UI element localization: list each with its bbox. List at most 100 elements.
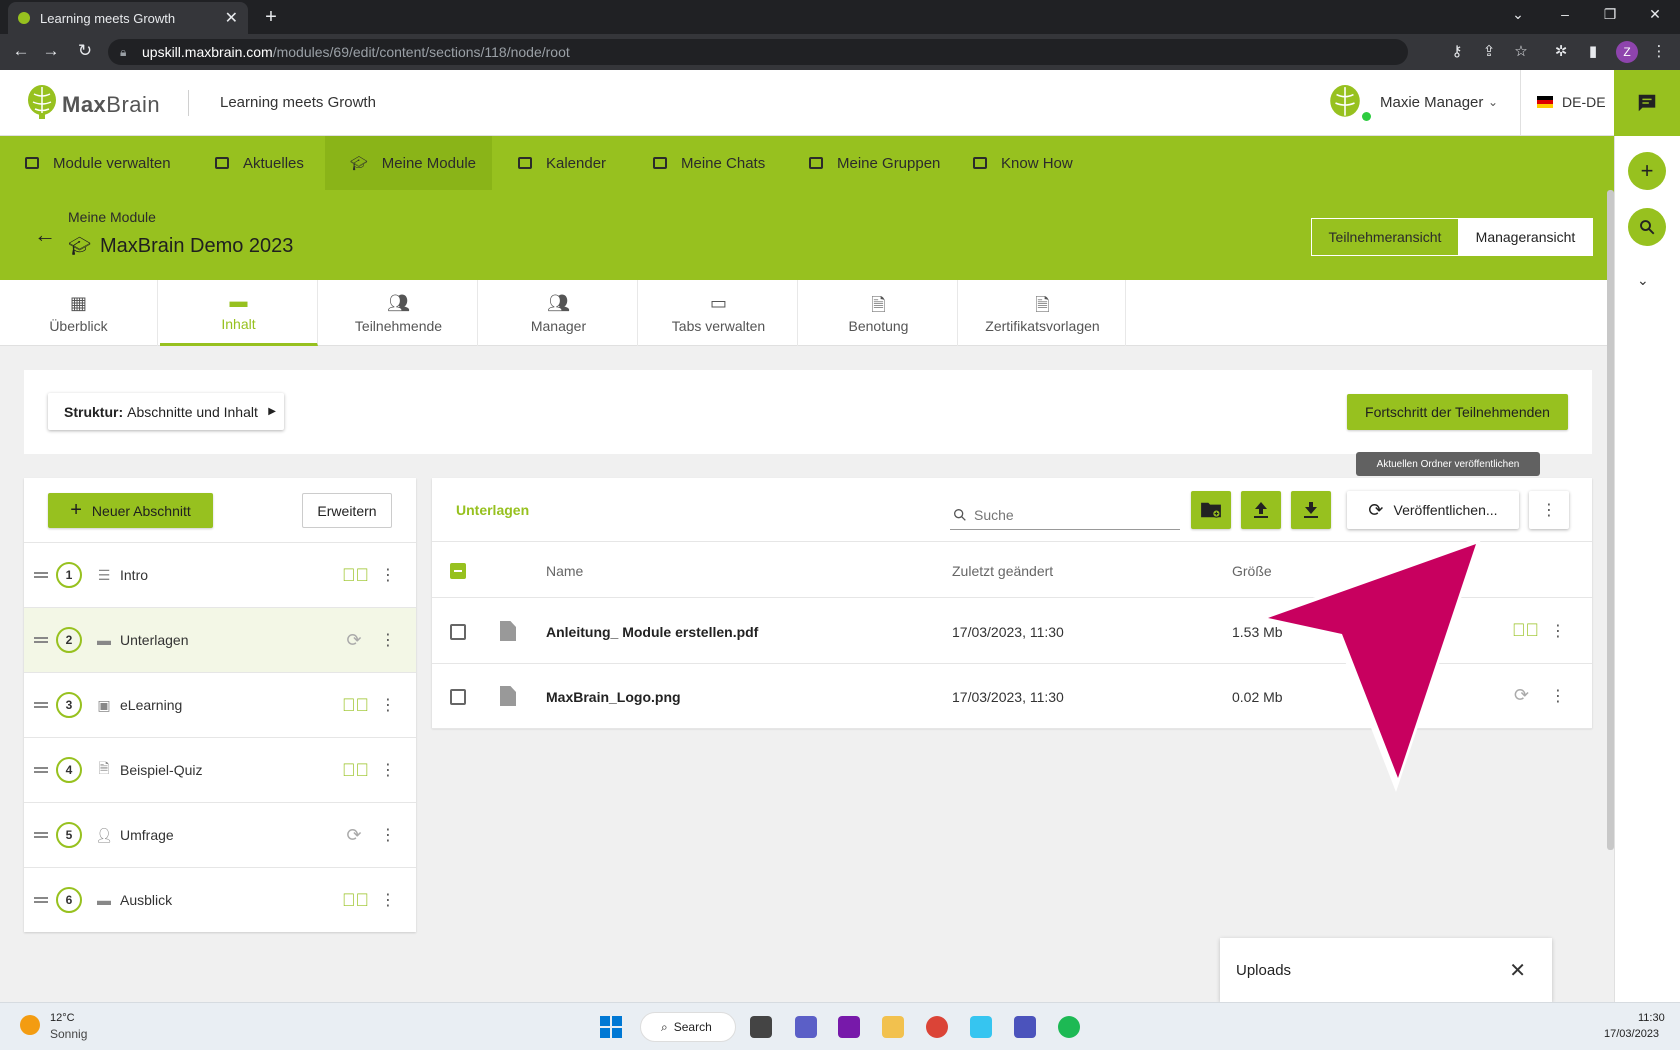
user-avatar[interactable] <box>1328 84 1362 122</box>
file-checkbox[interactable] <box>450 624 466 640</box>
participant-progress-button[interactable]: Fortschritt der Teilnehmenden <box>1347 394 1568 430</box>
task-view-icon[interactable] <box>750 1016 772 1038</box>
participant-view-button[interactable]: Teilnehmeransicht <box>1312 219 1459 255</box>
browser-tab[interactable]: Learning meets Growth ✕ <box>8 2 248 34</box>
sync-icon[interactable]: ⟳ <box>1514 685 1529 706</box>
windows-start-icon[interactable] <box>600 1016 622 1038</box>
more-vert-icon[interactable]: ⋮ <box>380 760 396 780</box>
rail-chevron-down-icon[interactable]: ⌄ <box>1637 272 1649 289</box>
publish-button[interactable]: ⟳ Veröffentlichen... <box>1347 491 1519 529</box>
file-checkbox[interactable] <box>450 689 466 705</box>
chevron-down-icon[interactable]: ⌄ <box>1488 95 1498 109</box>
published-check-icon[interactable]: ✓⃝ <box>342 565 369 586</box>
logo-wordmark[interactable]: MaxBrain <box>62 92 160 118</box>
section-row-unterlagen[interactable]: 2 ▬ Unterlagen ⟳ ⋮ <box>24 607 416 672</box>
published-check-icon[interactable]: ✓⃝ <box>1512 620 1539 641</box>
select-all-checkbox[interactable] <box>450 563 466 579</box>
spotify-icon[interactable] <box>1058 1016 1080 1038</box>
nav-meine-module[interactable]: 🎓︎ Meine Module <box>350 136 476 190</box>
drag-handle-icon[interactable] <box>34 572 48 578</box>
chat-button[interactable] <box>1614 70 1680 136</box>
maximize-icon[interactable]: ❐ <box>1595 6 1625 23</box>
section-row-ausblick[interactable]: 6 ▬ Ausblick ✓⃝ ⋮ <box>24 867 416 932</box>
new-section-button[interactable]: + Neuer Abschnitt <box>48 493 213 528</box>
user-name[interactable]: Maxie Manager <box>1380 94 1483 111</box>
column-modified[interactable]: Zuletzt geändert <box>952 563 1053 579</box>
sync-icon[interactable]: ⟳ <box>342 630 366 651</box>
tab-benotung[interactable]: 🗎︎ Benotung <box>800 280 958 346</box>
more-vert-icon[interactable]: ⋮ <box>1550 686 1566 706</box>
new-tab-icon[interactable]: + <box>260 6 282 28</box>
more-vert-icon[interactable]: ⋮ <box>380 695 396 715</box>
section-row-umfrage[interactable]: 5 👤︎ Umfrage ⟳ ⋮ <box>24 802 416 867</box>
drag-handle-icon[interactable] <box>34 832 48 838</box>
more-vert-icon[interactable]: ⋮ <box>380 565 396 585</box>
section-row-intro[interactable]: 1 ☰ Intro ✓⃝ ⋮ <box>24 542 416 607</box>
tab-inhalt[interactable]: ▬ Inhalt <box>160 280 318 346</box>
close-tab-icon[interactable]: ✕ <box>225 8 238 28</box>
close-icon[interactable]: ✕ <box>1509 958 1526 983</box>
download-button[interactable] <box>1291 491 1331 529</box>
key-icon[interactable]: ⚷ <box>1446 42 1468 60</box>
breadcrumb[interactable]: Meine Module <box>68 209 156 225</box>
onenote-icon[interactable] <box>838 1016 860 1038</box>
profile-avatar[interactable]: Z <box>1616 41 1638 63</box>
minimize-icon[interactable]: – <box>1550 6 1580 22</box>
nav-meine-gruppen[interactable]: Meine Gruppen <box>809 136 940 190</box>
tab-manager[interactable]: 👥︎ Manager <box>480 280 638 346</box>
page-scrollbar[interactable] <box>1607 190 1614 850</box>
nav-meine-chats[interactable]: Meine Chats <box>653 136 765 190</box>
search-button[interactable] <box>1628 208 1666 246</box>
sync-icon[interactable]: ⟳ <box>342 825 366 846</box>
published-check-icon[interactable]: ✓⃝ <box>342 890 369 911</box>
add-button[interactable]: + <box>1628 152 1666 190</box>
tab-zertifikatsvorlagen[interactable]: 🗎︎ Zertifikatsvorlagen <box>960 280 1126 346</box>
drag-handle-icon[interactable] <box>34 702 48 708</box>
tab-search-chevron-icon[interactable]: ⌄ <box>1503 6 1533 23</box>
expand-button[interactable]: Erweitern <box>302 493 392 528</box>
back-icon[interactable]: ← <box>10 41 32 61</box>
back-arrow-icon[interactable]: ← <box>34 222 56 248</box>
sun-icon[interactable] <box>20 1015 40 1035</box>
slack-icon[interactable] <box>970 1016 992 1038</box>
language-selector[interactable]: DE-DE <box>1562 94 1606 110</box>
section-row-beispiel-quiz[interactable]: 4 🗎︎ Beispiel-Quiz ✓⃝ ⋮ <box>24 737 416 802</box>
teams-chat-icon[interactable] <box>795 1016 817 1038</box>
tab-ueberblick[interactable]: ▦ Überblick <box>0 280 158 346</box>
teams-icon[interactable] <box>1014 1016 1036 1038</box>
taskbar-search[interactable]: ⌕ Search <box>640 1012 736 1042</box>
drag-handle-icon[interactable] <box>34 637 48 643</box>
new-folder-button[interactable] <box>1191 491 1231 529</box>
upload-button[interactable] <box>1241 491 1281 529</box>
nav-kalender[interactable]: Kalender <box>518 136 606 190</box>
nav-module-verwalten[interactable]: Module verwalten <box>25 136 171 190</box>
chrome-icon[interactable] <box>926 1016 948 1038</box>
nav-aktuelles[interactable]: Aktuelles <box>215 136 304 190</box>
section-row-elearning[interactable]: 3 ▣ eLearning ✓⃝ ⋮ <box>24 672 416 737</box>
drag-handle-icon[interactable] <box>34 897 48 903</box>
more-vert-icon[interactable]: ⋮ <box>1550 621 1566 641</box>
published-check-icon[interactable]: ✓⃝ <box>342 695 369 716</box>
tab-teilnehmende[interactable]: 👥︎ Teilnehmende <box>320 280 478 346</box>
manager-view-button[interactable]: Manageransicht <box>1458 219 1592 255</box>
column-name[interactable]: Name <box>546 563 583 579</box>
file-name[interactable]: MaxBrain_Logo.png <box>546 689 681 705</box>
tab-tabs-verwalten[interactable]: ▭ Tabs verwalten <box>640 280 798 346</box>
browser-menu-icon[interactable]: ⋮ <box>1648 42 1670 60</box>
close-window-icon[interactable]: ✕ <box>1640 6 1670 23</box>
reload-icon[interactable]: ↻ <box>74 41 96 61</box>
structure-selector[interactable]: Struktur: Abschnitte und Inhalt ▶ <box>48 393 284 430</box>
file-name[interactable]: Anleitung_ Module erstellen.pdf <box>546 624 758 640</box>
files-more-button[interactable]: ⋮ <box>1529 491 1569 529</box>
bookmark-star-icon[interactable]: ☆ <box>1510 42 1532 60</box>
nav-know-how[interactable]: Know How <box>973 136 1073 190</box>
more-vert-icon[interactable]: ⋮ <box>380 890 396 910</box>
forward-icon[interactable]: → <box>40 41 62 61</box>
more-vert-icon[interactable]: ⋮ <box>380 630 396 650</box>
side-panel-icon[interactable]: ▮ <box>1582 42 1604 60</box>
drag-handle-icon[interactable] <box>34 767 48 773</box>
file-explorer-icon[interactable] <box>882 1016 904 1038</box>
search-input[interactable] <box>974 506 1174 523</box>
published-check-icon[interactable]: ✓⃝ <box>342 760 369 781</box>
share-icon[interactable]: ⇪ <box>1478 42 1500 60</box>
